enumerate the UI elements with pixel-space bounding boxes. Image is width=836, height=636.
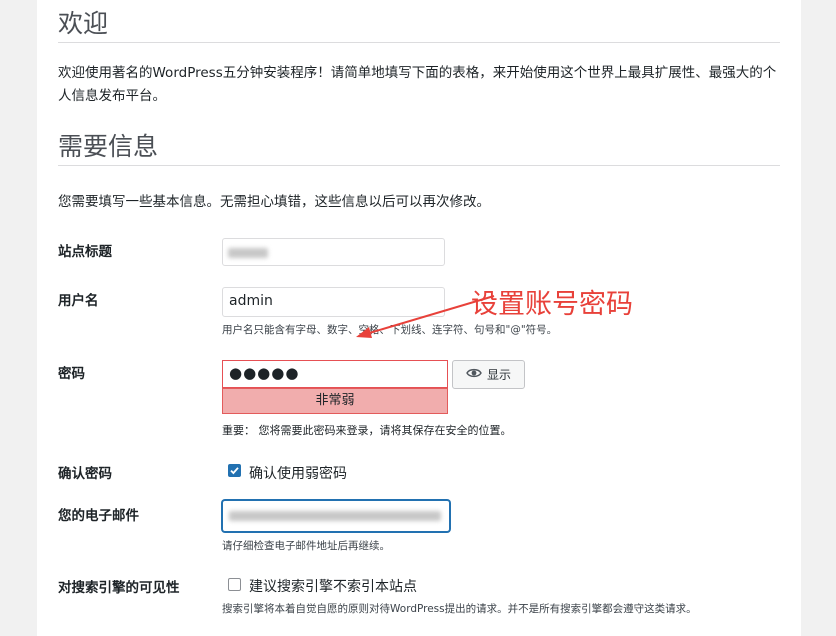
annotation-text: 设置账号密码 bbox=[471, 289, 633, 320]
annotation-arrow bbox=[356, 295, 495, 338]
